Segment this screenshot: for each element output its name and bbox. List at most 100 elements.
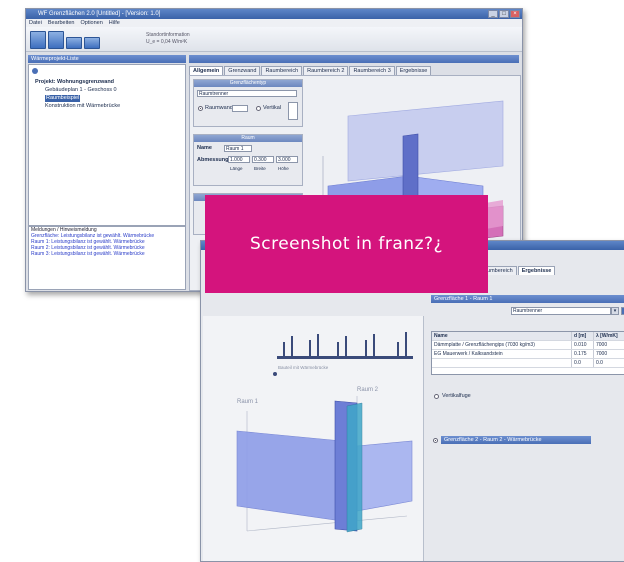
toolbar: Standortinformation U_e = 0,04 W/m²K (26, 27, 522, 52)
cell-name (432, 359, 572, 367)
radio-vertical[interactable] (256, 106, 261, 111)
tree-item-room[interactable]: Raumbeispiel (45, 95, 81, 102)
main-panel-header (189, 55, 519, 63)
left-pane: Bauteil mit Wärmebrücke Raum 1 Raum 2 (203, 316, 424, 561)
cell-thickness: 0.175 (572, 350, 594, 358)
toolbar-info-line-2: U_e = 0,04 W/m²K (146, 39, 188, 45)
print-icon[interactable] (84, 37, 100, 49)
toolbar-info: Standortinformation U_e = 0,04 W/m²K (146, 32, 190, 46)
graph-base (277, 356, 413, 359)
vertical-field[interactable] (288, 102, 298, 120)
room-1-label: Raum 1 (237, 399, 259, 405)
room-group: Raum Name Raum 1 Abmessung 1.000 0.300 3… (193, 134, 303, 186)
table-row[interactable]: Dämmplatte / Grenzflächengips (7030 kg/m… (432, 341, 624, 350)
boundary-type-group: Grenzflächentyp Raumtrenner Raumwand Ver… (193, 79, 303, 127)
layer-table: Name d [m] λ [W/mK] Dämmplatte / Grenzfl… (431, 331, 624, 375)
width-unit: Breite (254, 166, 266, 171)
log-line: Raum 3: Leistungsbilanz ist gewählt. Wär… (31, 251, 145, 257)
menu-item-options[interactable]: Optionen (80, 19, 102, 27)
tab-general[interactable]: Allgemein (189, 66, 224, 75)
graph-bar (397, 342, 399, 356)
graph-bar (373, 334, 375, 356)
col-name[interactable]: Name (432, 332, 572, 340)
col-thickness[interactable]: d [m] (572, 332, 594, 340)
table-row[interactable]: 0.0 0.0 (432, 359, 624, 368)
tab-room-3[interactable]: Raumbereich 3 (349, 66, 395, 75)
name-label: Name (197, 145, 212, 151)
wall-right (356, 440, 413, 512)
boundary-type-header: Grenzflächentyp (194, 80, 302, 87)
tab-room-2[interactable]: Raumbereich 2 (303, 66, 349, 75)
cell-lambda: 7000 (594, 350, 624, 358)
room-2-label: Raum 2 (357, 387, 379, 393)
material-dropdown[interactable]: Raumtrenner (511, 307, 611, 315)
radio-wall-label: Raumwand (205, 105, 233, 111)
project-panel-title: Wärmeprojekt-Liste (31, 56, 79, 62)
chevron-down-icon[interactable]: ▾ (611, 307, 619, 315)
cell-thickness: 0.0 (572, 359, 594, 367)
layer-table-header: Name d [m] λ [W/mK] (432, 332, 624, 341)
project-panel-header: Wärmeprojekt-Liste (28, 55, 186, 63)
wall-top-back (347, 100, 504, 182)
room-group-header: Raum (194, 135, 302, 142)
section-header: Grenzfläche 1 - Raum 1 (431, 295, 624, 303)
legend-dot-icon (273, 372, 277, 376)
tab-room-1[interactable]: Raumbereich (261, 66, 303, 75)
caption-banner: Screenshot in franz?¿ (205, 195, 488, 293)
height-unit: Höhe (278, 166, 289, 171)
caption-banner-text: Screenshot in franz?¿ (249, 234, 444, 254)
name-field[interactable]: Raum 1 (224, 145, 252, 152)
menu-item-edit[interactable]: Bearbeiten (48, 19, 75, 27)
graph-caption: Bauteil mit Wärmebrücke (278, 365, 329, 370)
new-project-icon[interactable] (30, 31, 46, 49)
open-project-icon[interactable] (48, 31, 64, 49)
project-tree[interactable]: Projekt: Wohnungsgrenzwand Gebäudeplan 1… (28, 64, 186, 226)
tree-item-construction[interactable]: Konstruktion mit Wärmebrücke (45, 103, 120, 110)
boundary-2-link[interactable]: Grenzfläche 2 - Raum 2 - Wärmebrücke (441, 436, 591, 444)
tab-results[interactable]: Ergebnisse (395, 66, 432, 75)
menu-item-file[interactable]: Datei (29, 19, 42, 27)
tree-item-project[interactable]: Projekt: Wohnungsgrenzwand (35, 79, 114, 86)
project-root-icon (32, 68, 38, 74)
close-icon[interactable]: × (510, 10, 520, 18)
vertical-joint-checkbox[interactable] (434, 394, 439, 399)
boundary-type-select[interactable]: Raumtrenner (197, 90, 297, 97)
graph-bar (291, 336, 293, 356)
toolbar-info-line-1: Standortinformation (146, 32, 190, 38)
cell-name: Dämmplatte / Grenzflächengips (7030 kg/m… (432, 341, 572, 349)
wall-3d-view[interactable]: Raum 1 Raum 2 (207, 381, 421, 556)
col-lambda[interactable]: λ [W/mK] (594, 332, 624, 340)
cell-name: EG Mauerwerk / Kalksandstein (432, 350, 572, 358)
radio-vertical-label: Vertikal (263, 105, 282, 111)
height-field[interactable]: 3.000 (276, 156, 298, 163)
wall-left (236, 430, 343, 522)
main-tabs: Allgemein Grenzwand Raumbereich Raumbere… (189, 66, 432, 75)
minimize-icon[interactable]: _ (488, 10, 498, 18)
tab-boundary[interactable]: Grenzwand (224, 66, 261, 75)
radio-wall[interactable] (198, 106, 203, 111)
section-title: Grenzfläche 1 - Raum 1 (434, 296, 493, 302)
back-window-titlebar[interactable]: WF Grenzflächen 2.0 [Untitled] - [Versio… (26, 9, 522, 19)
vertical-joint-label: Vertikalfuge (442, 393, 471, 399)
wall-divider-edge (346, 402, 363, 533)
width-field[interactable]: 0.300 (252, 156, 274, 163)
tree-item-floorplan[interactable]: Gebäudeplan 1 - Geschoss 0 (45, 87, 117, 94)
menubar: Datei Bearbeiten Optionen Hilfe (26, 19, 522, 27)
cell-lambda: 0.0 (594, 359, 624, 367)
boundary-2-radio[interactable] (433, 438, 438, 443)
graph-bar (365, 340, 367, 356)
tab-results[interactable]: Ergebnisse (517, 266, 556, 275)
wall-count-field[interactable] (232, 105, 248, 112)
message-log: Meldungen / Hinweismeldung Grenzfläche: … (28, 226, 186, 290)
save-project-icon[interactable] (66, 37, 82, 49)
table-row[interactable]: EG Mauerwerk / Kalksandstein 0.175 7000 (432, 350, 624, 359)
graph-bar (309, 340, 311, 356)
menu-item-help[interactable]: Hilfe (109, 19, 120, 27)
layer-graph (273, 330, 413, 360)
graph-bar (283, 342, 285, 356)
wall-3d-geometry (236, 396, 413, 533)
length-field[interactable]: 1.000 (228, 156, 250, 163)
graph-bar (337, 342, 339, 356)
graph-bar (317, 334, 319, 356)
maximize-icon[interactable]: □ (499, 10, 509, 18)
